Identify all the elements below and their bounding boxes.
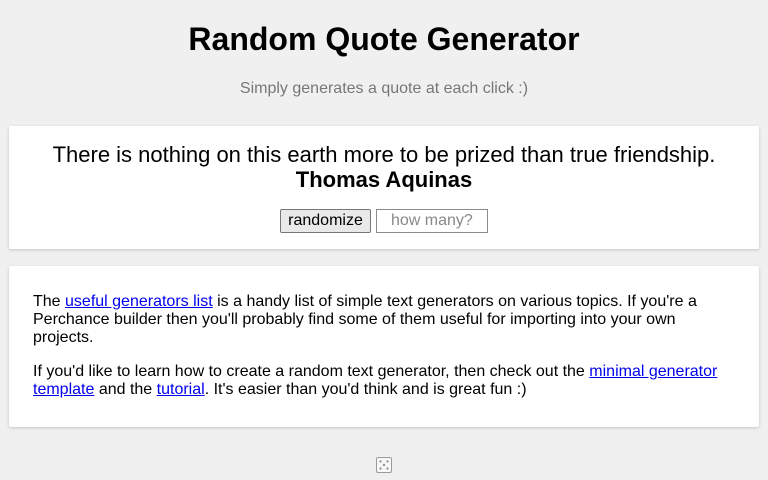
useful-generators-link[interactable]: useful generators list [65, 293, 213, 310]
page-subtitle: Simply generates a quote at each click :… [239, 80, 529, 97]
info-paragraph-tutorial: If you'd like to learn how to create a r… [33, 363, 733, 399]
randomize-button[interactable]: randomize [280, 209, 371, 233]
page: Random Quote Generator Simply generates … [0, 0, 768, 480]
info-card: The useful generators list is a handy li… [9, 266, 759, 427]
page-title: Random Quote Generator [188, 21, 580, 57]
quote-card: There is nothing on this earth more to b… [9, 126, 759, 249]
info-text: If you'd like to learn how to create a r… [33, 363, 590, 380]
how-many-input[interactable] [376, 209, 488, 233]
info-text: . It's easier than you'd think and is gr… [204, 381, 527, 398]
info-text: and the [94, 381, 157, 398]
quote-author: Thomas Aquinas [295, 167, 473, 192]
info-body: The useful generators list is a handy li… [33, 293, 733, 415]
quote-text: There is nothing on this earth more to b… [52, 142, 716, 167]
dice-icon[interactable] [376, 457, 392, 473]
quote-controls: randomize [9, 209, 759, 233]
info-text: The [33, 293, 66, 310]
info-paragraph-generators: The useful generators list is a handy li… [33, 293, 733, 347]
tutorial-link[interactable]: tutorial [157, 381, 205, 398]
